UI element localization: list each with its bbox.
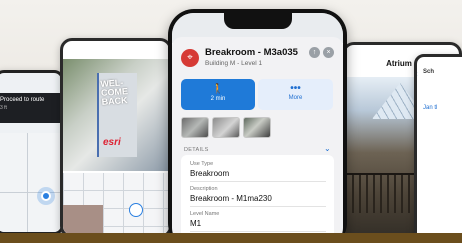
- floor: [0, 233, 462, 243]
- phone-screen: ⌖ Breakroom - M3a035 Building M - Level …: [172, 13, 343, 243]
- field-key: Level Name: [190, 211, 220, 217]
- chevron-down-icon[interactable]: ⌄: [324, 144, 331, 153]
- route-button[interactable]: 🚶 2 min: [181, 79, 255, 110]
- close-button[interactable]: ×: [323, 47, 334, 58]
- divider: [190, 231, 326, 232]
- far-right-device: ‹ Sch Jan tl: [414, 54, 462, 243]
- navigation-marker-icon: [129, 203, 143, 217]
- photo-thumbnail[interactable]: [212, 117, 240, 138]
- main-phone: ⌖ Breakroom - M3a035 Building M - Level …: [168, 9, 347, 243]
- indoor-map[interactable]: [0, 133, 61, 232]
- back-chevron-icon[interactable]: ‹: [417, 69, 418, 78]
- field-value: M1: [190, 219, 202, 228]
- notch: [224, 13, 292, 29]
- more-dots-icon: •••: [290, 83, 301, 94]
- walking-person-icon: 🚶: [211, 84, 225, 95]
- photo-thumbnails: [181, 117, 271, 138]
- details-sheet: ⌖ Breakroom - M3a035 Building M - Level …: [172, 37, 343, 243]
- photo-thumbnail[interactable]: [243, 117, 271, 138]
- field-key: Description: [190, 186, 218, 192]
- details-card: Use Type Breakroom Description Breakroom…: [181, 155, 334, 243]
- field-value: Breakroom: [190, 169, 230, 178]
- divider: [190, 181, 326, 182]
- left-tablet: WEL- COME BACK esri: [60, 38, 172, 238]
- map-pin-icon: ⌖: [181, 49, 199, 67]
- feature-title: Breakroom - M3a035: [205, 47, 298, 58]
- route-button-label: 2 min: [210, 96, 226, 102]
- brand-logo: esri: [103, 137, 121, 148]
- far-left-device: Proceed to route 3 ft: [0, 70, 64, 235]
- feature-subtitle: Building M - Level 1: [205, 60, 263, 67]
- field-key: Use Type: [190, 161, 214, 167]
- marketing-stage: Proceed to route 3 ft WEL- COME BACK esr…: [0, 0, 462, 243]
- section-label: DETAILS: [184, 147, 209, 153]
- route-title: Proceed to route: [0, 97, 45, 103]
- field-description: Description Breakroom - M1ma230: [190, 186, 326, 203]
- field-use-type: Use Type Breakroom: [190, 161, 326, 178]
- share-button[interactable]: ↑: [309, 47, 320, 58]
- more-button[interactable]: ••• More: [258, 79, 333, 110]
- field-level-name: Level Name M1: [190, 211, 326, 228]
- location-dot-icon: [41, 191, 51, 201]
- far-right-link[interactable]: Jan tl: [423, 105, 437, 111]
- route-distance: 3 ft: [0, 105, 7, 111]
- divider: [190, 206, 326, 207]
- far-right-label: Sch: [423, 69, 435, 75]
- photo-thumbnail[interactable]: [181, 117, 209, 138]
- field-value: Breakroom - M1ma230: [190, 194, 272, 203]
- more-button-label: More: [288, 95, 303, 101]
- welcome-sign: WEL- COME BACK: [100, 77, 129, 107]
- room-block: [63, 205, 103, 235]
- route-banner[interactable]: Proceed to route 3 ft: [0, 93, 61, 123]
- lobby-photo: WEL- COME BACK esri: [63, 59, 169, 171]
